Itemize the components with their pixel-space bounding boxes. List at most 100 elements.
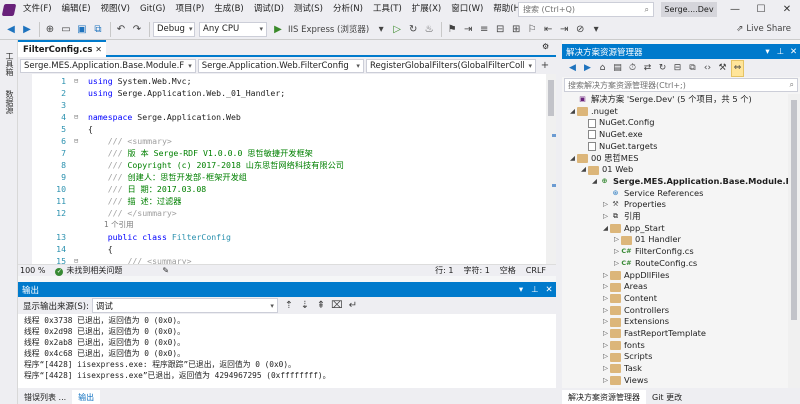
collapsed-chevron-icon[interactable]: ▷ — [612, 234, 621, 246]
back-icon[interactable]: ◀ — [566, 60, 579, 77]
code-line[interactable]: 10 /// 日 期：2017.03.08 — [18, 183, 546, 195]
tree-node[interactable]: ▷ Extensions — [601, 316, 669, 328]
code-line[interactable]: 1 ⊟ using System.Web.Mvc; — [18, 75, 546, 87]
menu-window[interactable]: 窗口(W) — [446, 0, 488, 19]
output-text[interactable]: 线程 0x3738 已退出，返回值为 0 (0x0)。 线程 0x2d98 已退… — [18, 314, 556, 388]
issues-text[interactable]: 未找到相关问题 — [66, 266, 122, 275]
fire-icon[interactable]: ♨ — [422, 21, 436, 38]
tree-node[interactable]: ▷ ⚒ Properties — [601, 199, 666, 211]
close-icon[interactable]: ✕ — [542, 285, 556, 295]
code-line[interactable]: 1 个引用 — [18, 219, 546, 231]
word-wrap-icon[interactable]: ↵ — [346, 297, 360, 314]
menu-analyze[interactable]: 分析(N) — [328, 0, 368, 19]
menu-test[interactable]: 测试(S) — [289, 0, 328, 19]
save-icon[interactable]: ▣ — [75, 21, 89, 38]
chevron-down-icon[interactable]: ▾ — [514, 285, 528, 295]
tab-output[interactable]: 输出 — [72, 390, 101, 404]
forward-icon[interactable]: ▶ — [581, 60, 594, 77]
tree-node[interactable]: ▷ 01 Handler — [612, 234, 681, 246]
open-folder-icon[interactable]: ▭ — [59, 21, 73, 38]
close-icon[interactable]: ✕ — [787, 47, 800, 57]
code-line[interactable]: 15 ⊟ /// <summary> — [18, 255, 546, 264]
menu-project[interactable]: 项目(P) — [171, 0, 210, 19]
collapsed-chevron-icon[interactable]: ▷ — [601, 293, 610, 305]
next-message-icon[interactable]: ⇣ — [298, 297, 312, 314]
prev-message-icon[interactable]: ⇞ — [314, 297, 328, 314]
switch-views-icon[interactable]: ▤ — [611, 60, 624, 77]
split-icon[interactable]: + — [538, 57, 552, 74]
tree-node[interactable]: ▷ FastReportTemplate — [601, 328, 706, 340]
pin-icon[interactable]: ⊥ — [528, 285, 542, 295]
menu-git[interactable]: Git(G) — [135, 0, 171, 19]
run-target-button[interactable]: IIS Express (浏览器) — [287, 21, 370, 38]
tree-node[interactable]: ▷ C# FilterConfig.cs — [612, 246, 694, 258]
clear-all-icon[interactable]: ⌧ — [330, 297, 344, 314]
collapsed-chevron-icon[interactable]: ▷ — [612, 258, 621, 270]
close-button[interactable]: ✕ — [774, 0, 800, 19]
new-item-icon[interactable]: ⊕ — [43, 21, 57, 38]
collapsed-chevron-icon[interactable]: ▷ — [601, 281, 610, 293]
expanded-chevron-icon[interactable]: ◢ — [568, 106, 577, 118]
bookmark-icon[interactable]: ⚐ — [525, 21, 539, 38]
tab-filterconfig[interactable]: FilterConfig.cs ✕ — [18, 40, 106, 57]
close-icon[interactable]: ✕ — [95, 45, 102, 54]
data-sources-tab[interactable]: 数据源 — [4, 90, 15, 114]
expanded-chevron-icon[interactable]: ◢ — [601, 223, 610, 235]
start-without-debug-icon[interactable]: ▷ — [390, 21, 404, 38]
menu-view[interactable]: 视图(V) — [96, 0, 135, 19]
save-all-icon[interactable]: ⧉ — [91, 21, 105, 38]
tab-error-list[interactable]: 错误列表 ... — [18, 390, 72, 404]
zoom-level[interactable]: 100 % — [20, 266, 45, 275]
chevron-down-icon[interactable]: ▾ — [374, 21, 388, 38]
solution-vertical-scrollbar[interactable] — [788, 94, 800, 388]
code-line[interactable]: 5{ — [18, 123, 546, 135]
tree-node[interactable]: ▷ Controllers — [601, 305, 669, 317]
start-debug-icon[interactable]: ▶ — [271, 21, 285, 38]
tree-node[interactable]: NuGet.exe — [579, 129, 643, 141]
chevron-down-icon[interactable]: ▾ — [761, 47, 774, 57]
tree-node[interactable]: ▷ Views — [601, 375, 648, 387]
global-search-input[interactable]: 搜索 (Ctrl+Q) ⌕ — [518, 2, 654, 17]
pin-icon[interactable]: ⊥ — [774, 47, 787, 57]
prev-bookmark-icon[interactable]: ⇤ — [541, 21, 555, 38]
menu-build[interactable]: 生成(B) — [209, 0, 248, 19]
code-view-icon[interactable]: ‹› — [701, 60, 714, 77]
platform-select[interactable]: Any CPU ▾ — [199, 21, 267, 37]
refresh-icon[interactable]: ↻ — [656, 60, 669, 77]
code-line[interactable]: 8 /// Copyright (c) 2017-2018 山东思哲网络科技有限… — [18, 159, 546, 171]
tree-node[interactable]: ◢ ⊕ Serge.MES.Application.Base.Module.F — [590, 176, 788, 188]
minimize-button[interactable]: — — [722, 0, 748, 19]
collapsed-chevron-icon[interactable]: ▷ — [601, 316, 610, 328]
expanded-chevron-icon[interactable]: ◢ — [568, 153, 577, 165]
collapsed-chevron-icon[interactable]: ▷ — [601, 328, 610, 340]
toolbox-tab[interactable]: 工具箱 — [4, 52, 15, 76]
fold-toggle-icon[interactable]: ⊟ — [74, 135, 84, 147]
code-line[interactable]: 6 ⊟ /// <summary> — [18, 135, 546, 147]
configuration-select[interactable]: Debug ▾ — [153, 21, 195, 37]
collapsed-chevron-icon[interactable]: ▷ — [612, 246, 621, 258]
show-all-files-icon[interactable]: ⧉ — [686, 60, 699, 77]
maximize-button[interactable]: ☐ — [748, 0, 774, 19]
tree-node[interactable]: ◢ 00 思哲MES — [568, 153, 638, 165]
forward-icon[interactable]: ▶ — [20, 21, 34, 38]
collapsed-chevron-icon[interactable]: ▷ — [601, 199, 610, 211]
toolbar-overflow-icon[interactable]: ▾ — [589, 21, 603, 38]
uncomment-icon[interactable]: ⊞ — [509, 21, 523, 38]
settings-icon[interactable]: ⚙ — [542, 42, 549, 51]
tab-solution-explorer[interactable]: 解决方案资源管理器 — [562, 390, 646, 404]
refresh-icon[interactable]: ↻ — [406, 21, 420, 38]
tree-node[interactable]: NuGet.targets — [579, 141, 657, 153]
fold-toggle-icon[interactable]: ⊟ — [74, 255, 84, 264]
expanded-chevron-icon[interactable]: ◢ — [579, 164, 588, 176]
code-line[interactable]: 4 ⊟ namespace Serge.Application.Web — [18, 111, 546, 123]
tab-git-changes[interactable]: Git 更改 — [646, 390, 688, 404]
tree-node[interactable]: ▷ Content — [601, 293, 657, 305]
properties-wrench-icon[interactable]: ⚒ — [716, 60, 729, 77]
align-icon[interactable]: ≡ — [477, 21, 491, 38]
code-line[interactable]: 3 — [18, 99, 546, 111]
next-bookmark-icon[interactable]: ⇥ — [557, 21, 571, 38]
code-line[interactable]: 2 using Serge.Application.Web._01_Handler… — [18, 87, 546, 99]
tree-node[interactable]: ▷ C# RouteConfig.cs — [612, 258, 697, 270]
collapsed-chevron-icon[interactable]: ▷ — [601, 340, 610, 352]
menu-extensions[interactable]: 扩展(X) — [407, 0, 446, 19]
